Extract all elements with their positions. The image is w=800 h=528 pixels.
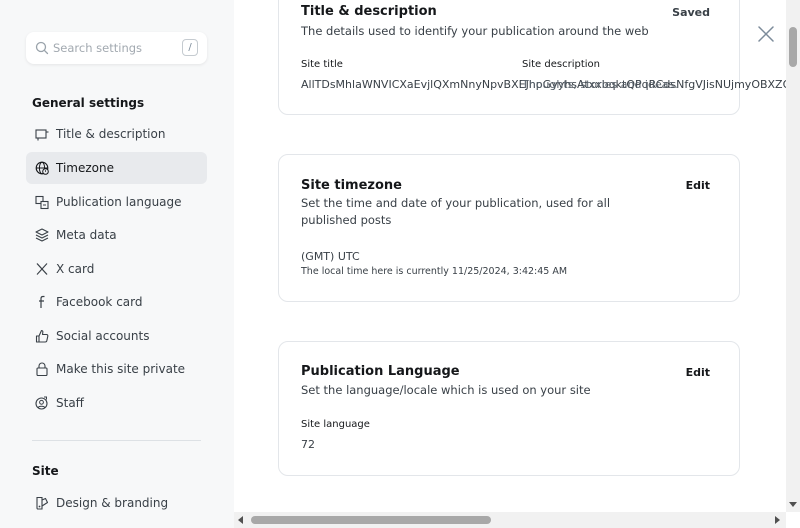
horizontal-scrollbar[interactable]: [234, 512, 786, 528]
site-description-label: Site description: [522, 59, 600, 70]
title-icon: [34, 126, 50, 142]
horizontal-scroll-thumb[interactable]: [251, 516, 491, 524]
scroll-left-arrow-icon[interactable]: [238, 516, 243, 524]
search-settings-input[interactable]: Search settings /: [26, 32, 207, 64]
sidebar-item-make-private[interactable]: Make this site private: [26, 353, 207, 385]
lock-icon: [34, 361, 50, 377]
sidebar-item-social-accounts[interactable]: Social accounts: [26, 320, 207, 352]
sidebar-item-design-branding[interactable]: Design & branding: [26, 487, 207, 519]
sidebar-item-staff[interactable]: Staff: [26, 387, 207, 419]
site-description-value: Thoughts, stories and ideas.: [522, 78, 678, 91]
sidebar-item-label: Timezone: [56, 161, 114, 175]
globe-icon: [34, 160, 50, 176]
site-title-label: Site title: [301, 59, 343, 70]
sidebar-item-label: Social accounts: [56, 329, 150, 343]
card-title: Title & description: [301, 4, 437, 19]
brush-icon: [34, 495, 50, 511]
sidebar-item-label: Design & branding: [56, 496, 169, 510]
language-edit-button[interactable]: Edit: [686, 366, 710, 379]
local-time-note: The local time here is currently 11/25/2…: [301, 266, 568, 277]
sidebar-divider: [32, 440, 201, 441]
sidebar-item-meta-data[interactable]: Meta data: [26, 219, 207, 251]
sidebar-item-facebook-card[interactable]: Facebook card: [26, 286, 207, 318]
sidebar-item-publication-language[interactable]: Publication language: [26, 186, 207, 218]
site-language-value: 72: [301, 438, 315, 451]
title-description-card: Title & description Saved The details us…: [278, 0, 791, 115]
vertical-scroll-thumb[interactable]: [789, 27, 797, 67]
general-settings-heading: General settings: [32, 96, 145, 110]
sidebar-item-timezone[interactable]: Timezone: [26, 152, 207, 184]
publication-language-card: Publication Language Edit Set the langua…: [278, 341, 740, 476]
sidebar-item-x-card[interactable]: X card: [26, 253, 207, 285]
x-icon: [34, 261, 50, 277]
card-title: Publication Language: [301, 364, 460, 379]
facebook-icon: [34, 294, 50, 310]
card-title: Site timezone: [301, 178, 402, 193]
card-description: Set the language/locale which is used on…: [301, 383, 591, 397]
site-heading: Site: [32, 464, 59, 478]
language-icon: [34, 194, 50, 210]
card-description: Set the time and date of your publicatio…: [301, 196, 611, 227]
sidebar-item-title-description[interactable]: Title & description: [26, 118, 207, 150]
settings-sidebar: Search settings / General settings Title…: [0, 0, 234, 528]
timezone-edit-button[interactable]: Edit: [686, 179, 710, 192]
search-placeholder: Search settings: [53, 41, 143, 55]
sidebar-item-label: X card: [56, 262, 95, 276]
sidebar-item-label: Publication language: [56, 195, 182, 209]
vertical-scrollbar[interactable]: [786, 0, 800, 512]
site-language-label: Site language: [301, 419, 370, 430]
scroll-right-arrow-icon[interactable]: [775, 516, 780, 524]
sidebar-item-label: Title & description: [56, 127, 166, 141]
thumb-icon: [34, 328, 50, 344]
sidebar-item-label: Facebook card: [56, 295, 143, 309]
site-timezone-card: Site timezone Edit Set the time and date…: [278, 154, 740, 302]
card-description: The details used to identify your public…: [301, 24, 649, 38]
layers-icon: [34, 227, 50, 243]
search-icon: [35, 41, 49, 55]
sidebar-item-label: Make this site private: [56, 362, 186, 376]
close-icon[interactable]: [757, 25, 775, 43]
search-shortcut-badge: /: [182, 39, 198, 56]
staff-icon: [34, 395, 50, 411]
sidebar-item-label: Staff: [56, 396, 84, 410]
scroll-down-arrow-icon[interactable]: [789, 502, 797, 507]
timezone-value: (GMT) UTC: [301, 250, 360, 263]
sidebar-item-label: Meta data: [56, 228, 117, 242]
saved-status: Saved: [672, 6, 710, 19]
